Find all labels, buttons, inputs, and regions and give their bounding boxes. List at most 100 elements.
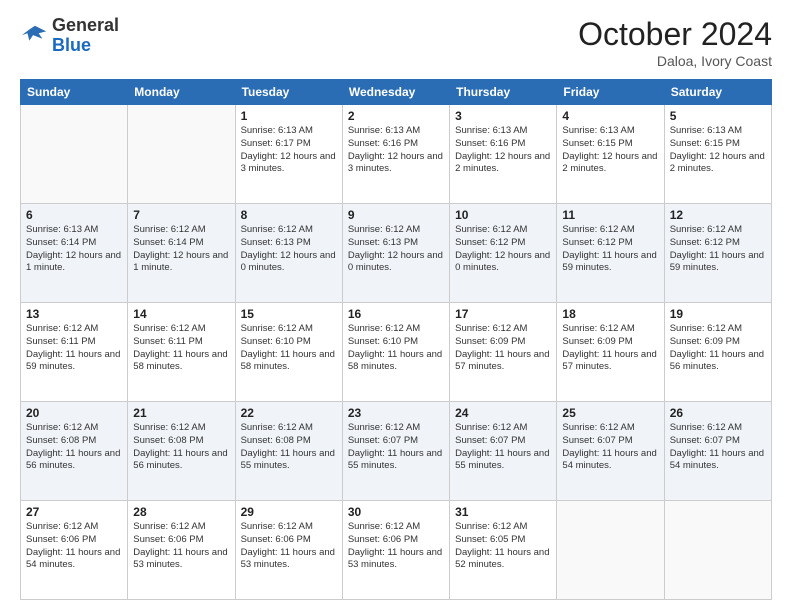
calendar-cell — [128, 105, 235, 204]
calendar-cell: 4Sunrise: 6:13 AM Sunset: 6:15 PM Daylig… — [557, 105, 664, 204]
day-header-friday: Friday — [557, 80, 664, 105]
day-number: 7 — [133, 208, 229, 222]
day-number: 22 — [241, 406, 337, 420]
day-info: Sunrise: 6:12 AM Sunset: 6:08 PM Dayligh… — [241, 422, 337, 473]
calendar-cell: 14 Sunrise: 6:12 AM Sunset: 6:11 PM Dayli… — [128, 303, 235, 402]
logo-bird-icon — [20, 22, 48, 50]
day-info: Sunrise: 6:12 AM Sunset: 6:08 PM Dayligh… — [133, 422, 229, 473]
calendar-cell: 8 Sunrise: 6:12 AM Sunset: 6:13 PM Daylig… — [235, 204, 342, 303]
day-info: Sunrise: 6:12 AM Sunset: 6:10 PM Dayligh… — [348, 323, 444, 374]
day-info: Sunrise: 6:12 AM Sunset: 6:06 PM Dayligh… — [241, 521, 337, 572]
calendar-cell: 21 Sunrise: 6:12 AM Sunset: 6:08 PM Dayli… — [128, 402, 235, 501]
day-info: Sunrise: 6:12 AM Sunset: 6:14 PM Dayligh… — [133, 224, 229, 275]
day-info: Sunrise: 6:12 AM Sunset: 6:08 PM Dayligh… — [26, 422, 122, 473]
day-info: Sunrise: 6:12 AM Sunset: 6:12 PM Dayligh… — [562, 224, 658, 275]
logo: General Blue — [20, 16, 119, 56]
calendar-cell: 25 Sunrise: 6:12 AM Sunset: 6:07 PM Dayli… — [557, 402, 664, 501]
day-number: 18 — [562, 307, 658, 321]
day-info: Sunrise: 6:13 AM Sunset: 6:15 PM Dayligh… — [670, 125, 766, 176]
page-header: General Blue October 2024 Daloa, Ivory C… — [20, 16, 772, 69]
month-title: October 2024 — [578, 16, 772, 53]
day-header-sunday: Sunday — [21, 80, 128, 105]
calendar-cell: 18 Sunrise: 6:12 AM Sunset: 6:09 PM Dayli… — [557, 303, 664, 402]
day-number: 19 — [670, 307, 766, 321]
day-info: Sunrise: 6:13 AM Sunset: 6:17 PM Dayligh… — [241, 125, 337, 176]
calendar-cell: 5 Sunrise: 6:13 AM Sunset: 6:15 PM Daylig… — [664, 105, 771, 204]
day-info: Sunrise: 6:12 AM Sunset: 6:12 PM Dayligh… — [455, 224, 551, 275]
logo-text: General Blue — [52, 16, 119, 56]
day-info: Sunrise: 6:13 AM Sunset: 6:16 PM Dayligh… — [455, 125, 551, 176]
day-number: 5 — [670, 109, 766, 123]
day-info: Sunrise: 6:12 AM Sunset: 6:06 PM Dayligh… — [348, 521, 444, 572]
day-header-monday: Monday — [128, 80, 235, 105]
day-info: Sunrise: 6:12 AM Sunset: 6:07 PM Dayligh… — [562, 422, 658, 473]
day-info: Sunrise: 6:12 AM Sunset: 6:09 PM Dayligh… — [455, 323, 551, 374]
day-number: 28 — [133, 505, 229, 519]
day-number: 14 — [133, 307, 229, 321]
day-number: 30 — [348, 505, 444, 519]
calendar-cell: 31 Sunrise: 6:12 AM Sunset: 6:05 PM Dayli… — [450, 501, 557, 600]
calendar-cell: 6 Sunrise: 6:13 AM Sunset: 6:14 PM Daylig… — [21, 204, 128, 303]
day-number: 4 — [562, 109, 658, 123]
day-number: 20 — [26, 406, 122, 420]
day-info: Sunrise: 6:12 AM Sunset: 6:11 PM Dayligh… — [26, 323, 122, 374]
calendar-cell: 12Sunrise: 6:12 AM Sunset: 6:12 PM Dayli… — [664, 204, 771, 303]
calendar-cell: 27 Sunrise: 6:12 AM Sunset: 6:06 PM Dayli… — [21, 501, 128, 600]
day-info: Sunrise: 6:12 AM Sunset: 6:13 PM Dayligh… — [241, 224, 337, 275]
calendar-cell: 16 Sunrise: 6:12 AM Sunset: 6:10 PM Dayli… — [342, 303, 449, 402]
day-number: 21 — [133, 406, 229, 420]
day-info: Sunrise: 6:12 AM Sunset: 6:06 PM Dayligh… — [133, 521, 229, 572]
day-number: 29 — [241, 505, 337, 519]
day-header-tuesday: Tuesday — [235, 80, 342, 105]
calendar-cell: 19 Sunrise: 6:12 AM Sunset: 6:09 PM Dayli… — [664, 303, 771, 402]
day-number: 9 — [348, 208, 444, 222]
day-number: 8 — [241, 208, 337, 222]
day-info: Sunrise: 6:12 AM Sunset: 6:05 PM Dayligh… — [455, 521, 551, 572]
day-number: 24 — [455, 406, 551, 420]
day-number: 13 — [26, 307, 122, 321]
calendar-cell: 24 Sunrise: 6:12 AM Sunset: 6:07 PM Dayli… — [450, 402, 557, 501]
day-info: Sunrise: 6:13 AM Sunset: 6:16 PM Dayligh… — [348, 125, 444, 176]
calendar-cell — [21, 105, 128, 204]
calendar-cell: 9 Sunrise: 6:12 AM Sunset: 6:13 PM Daylig… — [342, 204, 449, 303]
calendar-cell: 30 Sunrise: 6:12 AM Sunset: 6:06 PM Dayli… — [342, 501, 449, 600]
calendar-cell — [664, 501, 771, 600]
day-number: 31 — [455, 505, 551, 519]
day-info: Sunrise: 6:12 AM Sunset: 6:12 PM Dayligh… — [670, 224, 766, 275]
calendar-cell: 28 Sunrise: 6:12 AM Sunset: 6:06 PM Dayli… — [128, 501, 235, 600]
calendar-cell: 11Sunrise: 6:12 AM Sunset: 6:12 PM Dayli… — [557, 204, 664, 303]
day-number: 26 — [670, 406, 766, 420]
day-header-thursday: Thursday — [450, 80, 557, 105]
day-info: Sunrise: 6:12 AM Sunset: 6:07 PM Dayligh… — [455, 422, 551, 473]
calendar-cell: 13 Sunrise: 6:12 AM Sunset: 6:11 PM Dayli… — [21, 303, 128, 402]
day-number: 6 — [26, 208, 122, 222]
calendar-cell: 22 Sunrise: 6:12 AM Sunset: 6:08 PM Dayli… — [235, 402, 342, 501]
day-info: Sunrise: 6:13 AM Sunset: 6:14 PM Dayligh… — [26, 224, 122, 275]
day-number: 16 — [348, 307, 444, 321]
calendar-cell: 7 Sunrise: 6:12 AM Sunset: 6:14 PM Daylig… — [128, 204, 235, 303]
day-number: 1 — [241, 109, 337, 123]
day-info: Sunrise: 6:12 AM Sunset: 6:13 PM Dayligh… — [348, 224, 444, 275]
day-header-saturday: Saturday — [664, 80, 771, 105]
day-info: Sunrise: 6:12 AM Sunset: 6:09 PM Dayligh… — [562, 323, 658, 374]
day-number: 17 — [455, 307, 551, 321]
location: Daloa, Ivory Coast — [578, 53, 772, 69]
calendar-cell: 10Sunrise: 6:12 AM Sunset: 6:12 PM Dayli… — [450, 204, 557, 303]
calendar-table: SundayMondayTuesdayWednesdayThursdayFrid… — [20, 79, 772, 600]
day-number: 2 — [348, 109, 444, 123]
calendar-cell: 26Sunrise: 6:12 AM Sunset: 6:07 PM Dayli… — [664, 402, 771, 501]
day-number: 25 — [562, 406, 658, 420]
day-info: Sunrise: 6:12 AM Sunset: 6:10 PM Dayligh… — [241, 323, 337, 374]
day-number: 27 — [26, 505, 122, 519]
calendar-cell — [557, 501, 664, 600]
day-info: Sunrise: 6:12 AM Sunset: 6:09 PM Dayligh… — [670, 323, 766, 374]
day-number: 23 — [348, 406, 444, 420]
calendar-cell: 29 Sunrise: 6:12 AM Sunset: 6:06 PM Dayli… — [235, 501, 342, 600]
day-info: Sunrise: 6:12 AM Sunset: 6:06 PM Dayligh… — [26, 521, 122, 572]
title-block: October 2024 Daloa, Ivory Coast — [578, 16, 772, 69]
day-info: Sunrise: 6:12 AM Sunset: 6:11 PM Dayligh… — [133, 323, 229, 374]
calendar-cell: 15Sunrise: 6:12 AM Sunset: 6:10 PM Dayli… — [235, 303, 342, 402]
calendar-cell: 2 Sunrise: 6:13 AM Sunset: 6:16 PM Daylig… — [342, 105, 449, 204]
calendar-cell: 23Sunrise: 6:12 AM Sunset: 6:07 PM Dayli… — [342, 402, 449, 501]
calendar-cell: 17 Sunrise: 6:12 AM Sunset: 6:09 PM Dayli… — [450, 303, 557, 402]
